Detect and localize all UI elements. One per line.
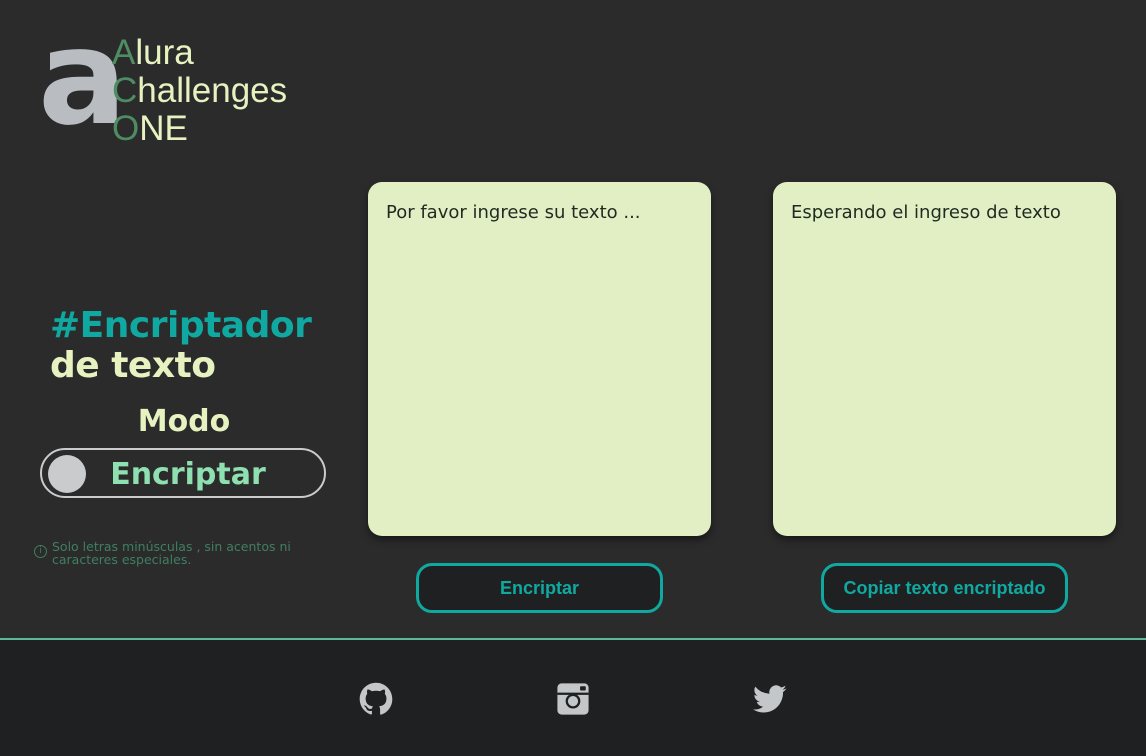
mode-label: Modo [137,404,231,439]
logo: a Alura Challenges ONE [38,12,338,150]
toggle-label: Encriptar [110,457,266,492]
title-line-1: #Encriptador [50,305,312,346]
logo-line-challenges: Challenges [112,71,288,110]
text-input[interactable] [386,202,693,518]
instagram-icon[interactable] [556,682,590,716]
hint: i Solo letras minúsculas , sin acentos n… [34,540,324,566]
page-title: #Encriptador de texto [50,305,312,386]
twitter-icon[interactable] [753,682,787,716]
logo-mark: a [38,1,127,155]
output-panel: Esperando el ingreso de texto [773,182,1116,536]
github-icon[interactable] [359,682,393,716]
logo-line-alura: Alura [112,33,194,72]
mode-toggle[interactable]: Encriptar [40,448,326,498]
encrypt-button[interactable]: Encriptar [416,563,663,613]
output-text: Esperando el ingreso de texto [791,202,1061,223]
input-panel [368,182,711,536]
info-icon: i [34,545,47,558]
copy-button[interactable]: Copiar texto encriptado [821,563,1068,613]
footer [0,638,1146,756]
hint-text: Solo letras minúsculas , sin acentos ni … [52,539,291,567]
logo-line-one: ONE [112,109,188,148]
title-line-2: de texto [50,345,216,386]
logo-text: Alura Challenges ONE [112,34,287,148]
